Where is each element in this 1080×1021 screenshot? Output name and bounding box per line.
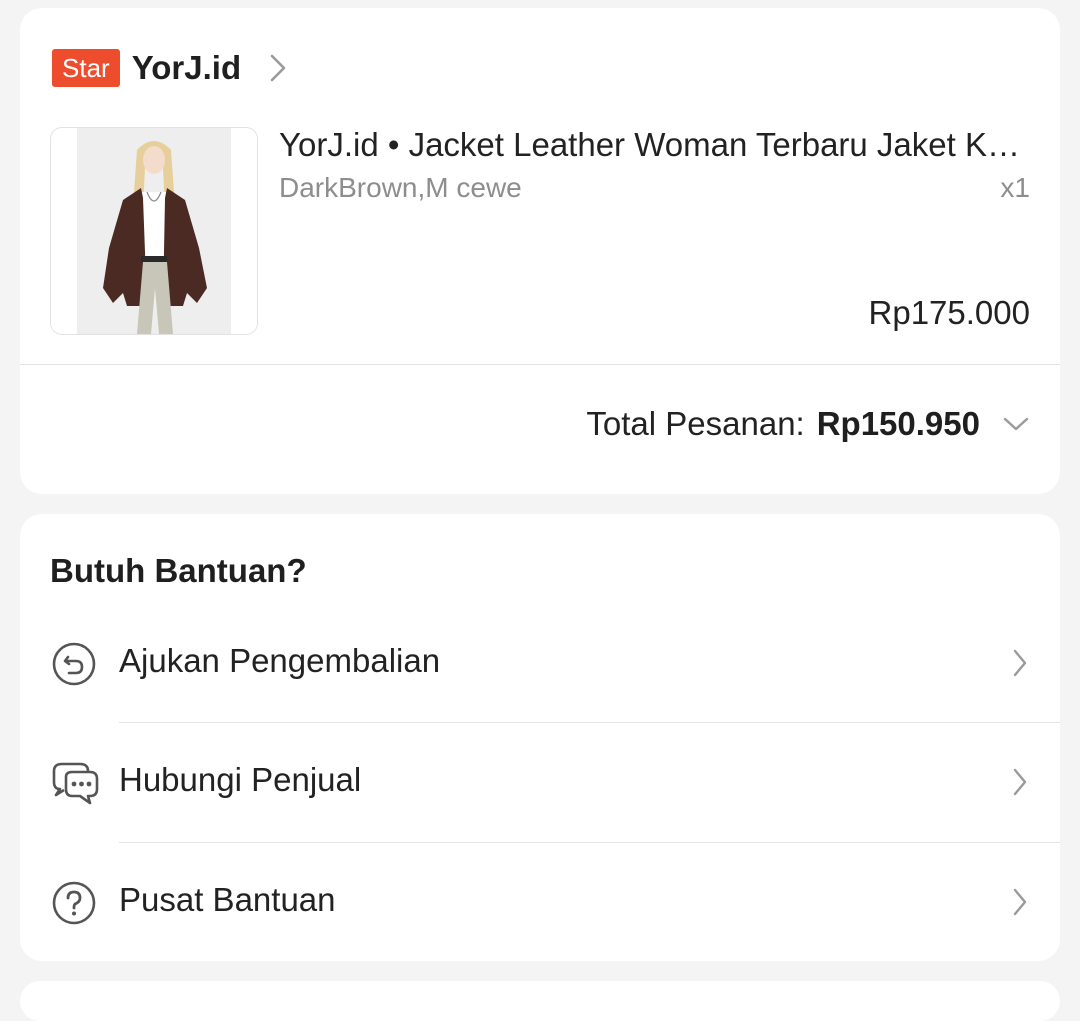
help-item-label: Ajukan Pengembalian [119,642,441,679]
help-item-label: Pusat Bantuan [119,881,336,918]
order-card: Star YorJ.id YorJ.id • Jacket Leather Wo… [20,8,1060,494]
return-request-item[interactable]: Ajukan Pengembalian [20,614,1060,714]
next-card [20,981,1060,1021]
product-price: Rp175.000 [868,294,1030,331]
return-icon [50,640,98,688]
product-quantity: x1 [1000,172,1030,203]
product-variant: DarkBrown,M cewe [279,172,522,203]
chevron-down-icon[interactable] [1002,416,1030,432]
order-total-value: Rp150.950 [816,405,980,442]
star-seller-badge: Star [52,49,120,87]
shop-name[interactable]: YorJ.id [132,49,241,87]
chevron-right-icon[interactable] [269,53,287,83]
product-image[interactable] [50,127,258,335]
order-total-label: Total Pesanan: [586,405,805,442]
chat-icon [50,759,99,807]
help-card: Butuh Bantuan? Ajukan Pengembalian Hubun… [20,514,1060,961]
divider [20,364,1060,365]
divider [119,842,1060,843]
shop-header[interactable]: Star YorJ.id [52,48,287,88]
chevron-right-icon [1012,887,1028,922]
order-total-row[interactable]: Total Pesanan: Rp150.950 [586,402,1030,446]
product-title[interactable]: YorJ.id • Jacket Leather Woman Terbaru J… [279,126,1034,164]
contact-seller-item[interactable]: Hubungi Penjual [20,733,1060,833]
divider [119,722,1060,723]
help-circle-icon [50,879,98,927]
help-center-item[interactable]: Pusat Bantuan [20,853,1060,953]
help-section-title: Butuh Bantuan? [50,552,307,589]
chevron-right-icon [1012,648,1028,683]
help-item-label: Hubungi Penjual [119,761,362,798]
chevron-right-icon [1012,767,1028,802]
